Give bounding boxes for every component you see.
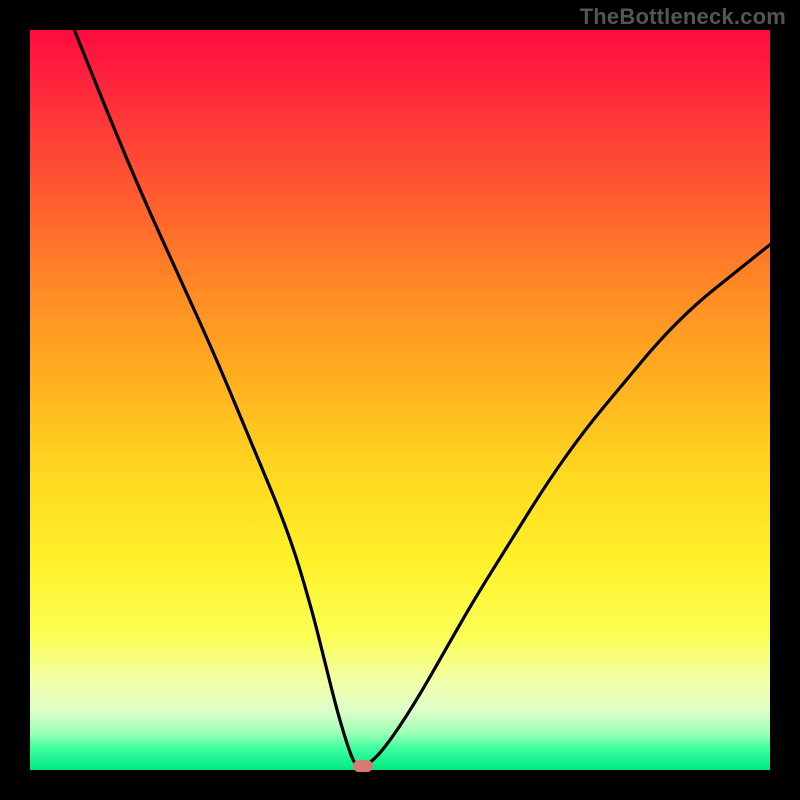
optimal-point-marker bbox=[353, 760, 373, 772]
bottleneck-curve bbox=[74, 30, 770, 766]
chart-frame: TheBottleneck.com bbox=[0, 0, 800, 800]
plot-area bbox=[30, 30, 770, 770]
curve-svg bbox=[30, 30, 770, 770]
watermark-text: TheBottleneck.com bbox=[580, 4, 786, 30]
